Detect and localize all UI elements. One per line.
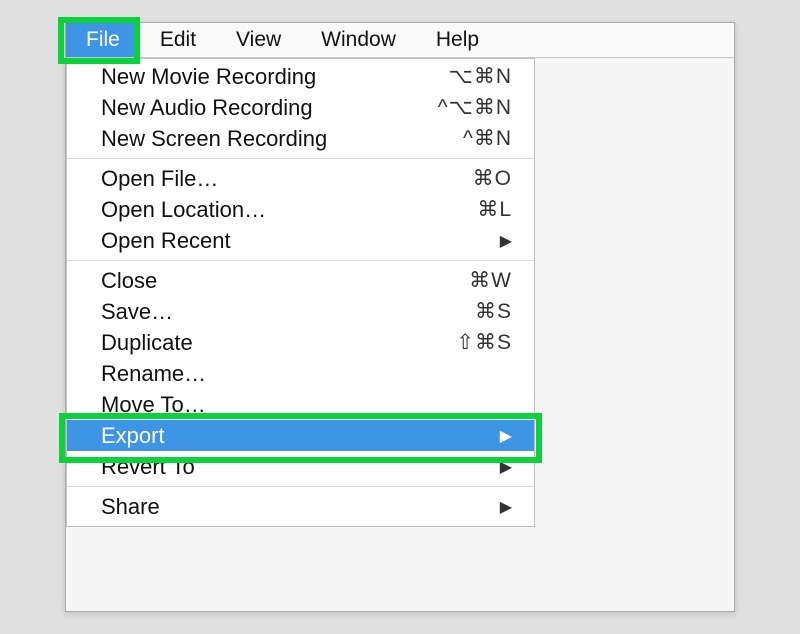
menu-item-label: Duplicate [101, 330, 456, 356]
menu-item-label: Move To… [101, 392, 512, 418]
menubar-label: Edit [160, 28, 196, 52]
file-menu-dropdown: New Movie Recording ⌥⌘N New Audio Record… [66, 58, 535, 527]
menu-item-label: Open File… [101, 166, 473, 192]
submenu-arrow-icon: ▶ [500, 426, 512, 446]
menu-item-shortcut: ⌘O [473, 166, 512, 191]
submenu-arrow-icon: ▶ [500, 497, 512, 517]
menu-item-label: Close [101, 268, 469, 294]
submenu-arrow-icon: ▶ [500, 457, 512, 477]
submenu-arrow-icon: ▶ [500, 231, 512, 251]
menu-item-open-recent[interactable]: Open Recent ▶ [67, 225, 534, 256]
menubar-item-view[interactable]: View [216, 23, 301, 57]
menu-item-share[interactable]: Share ▶ [67, 491, 534, 522]
menu-item-new-movie-recording[interactable]: New Movie Recording ⌥⌘N [67, 61, 534, 92]
menu-item-save[interactable]: Save… ⌘S [67, 296, 534, 327]
menu-item-rename[interactable]: Rename… [67, 358, 534, 389]
menu-item-move-to[interactable]: Move To… [67, 389, 534, 420]
menu-separator [67, 486, 534, 487]
menu-item-open-location[interactable]: Open Location… ⌘L [67, 194, 534, 225]
menu-item-label: New Audio Recording [101, 95, 438, 121]
menubar-label: View [236, 28, 281, 52]
menu-item-label: Save… [101, 299, 475, 325]
menu-item-close[interactable]: Close ⌘W [67, 265, 534, 296]
menubar: File Edit View Window Help [66, 23, 734, 58]
menu-item-label: New Movie Recording [101, 64, 449, 90]
menubar-label: Window [321, 28, 396, 52]
menu-item-label: Revert To [101, 454, 500, 480]
menu-item-shortcut: ⌘L [477, 197, 512, 222]
menubar-item-edit[interactable]: Edit [140, 23, 216, 57]
menu-separator [67, 158, 534, 159]
menu-item-label: Rename… [101, 361, 512, 387]
menu-separator [67, 260, 534, 261]
menu-item-shortcut: ⌘S [475, 299, 512, 324]
menubar-label: Help [436, 28, 479, 52]
menubar-label: File [86, 28, 120, 52]
menu-item-export[interactable]: Export ▶ [67, 420, 534, 451]
dropdown-window: File Edit View Window Help New Movie Rec… [65, 22, 735, 612]
menubar-item-window[interactable]: Window [301, 23, 416, 57]
menubar-item-help[interactable]: Help [416, 23, 499, 57]
menu-item-label: New Screen Recording [101, 126, 463, 152]
menu-item-shortcut: ^⌥⌘N [438, 95, 512, 120]
menu-item-label: Export [101, 423, 500, 449]
menubar-item-file[interactable]: File [66, 23, 140, 57]
menu-item-shortcut: ⌘W [469, 268, 512, 293]
menu-item-label: Open Recent [101, 228, 500, 254]
menu-item-shortcut: ⌥⌘N [449, 64, 512, 89]
menu-item-new-audio-recording[interactable]: New Audio Recording ^⌥⌘N [67, 92, 534, 123]
menu-item-shortcut: ^⌘N [463, 126, 512, 151]
menu-item-duplicate[interactable]: Duplicate ⇧⌘S [67, 327, 534, 358]
menu-item-new-screen-recording[interactable]: New Screen Recording ^⌘N [67, 123, 534, 154]
menu-item-revert-to[interactable]: Revert To ▶ [67, 451, 534, 482]
menu-item-open-file[interactable]: Open File… ⌘O [67, 163, 534, 194]
menu-item-label: Open Location… [101, 197, 477, 223]
menu-item-label: Share [101, 494, 500, 520]
menu-item-shortcut: ⇧⌘S [456, 330, 512, 355]
